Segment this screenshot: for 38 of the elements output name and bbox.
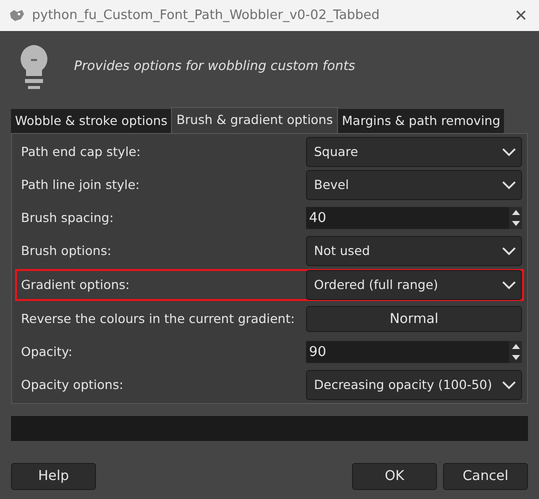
field-label: Path end cap style: [21,142,141,161]
dropdown[interactable]: Bevel [306,170,522,200]
dropdown[interactable]: Not used [306,236,522,266]
arrow-up-icon [512,210,520,215]
dialog-button[interactable]: Cancel [443,463,528,490]
arrow-down-icon [512,221,520,226]
close-button[interactable]: ✕ [511,4,531,28]
chevron-down-icon [502,246,516,256]
field-label: Path line join style: [21,176,140,194]
number-field[interactable]: 90 [306,341,509,363]
tab[interactable]: Wobble & stroke options [11,109,172,133]
number-field[interactable]: 40 [306,207,509,229]
window-title: python_fu_Custom_Font_Path_Wobbler_v0-02_Tabbed [32,6,381,25]
chevron-down-icon [502,148,516,156]
arrow-up-icon [512,344,520,349]
dropdown[interactable]: Ordered (full range) [306,270,522,300]
field-label: Reverse the colours in the current gradient: [21,310,295,328]
field-label: Opacity options: [21,376,124,394]
arrow-down-icon [512,355,520,360]
spin-buttons[interactable] [509,341,522,363]
dialog-button[interactable]: Help [11,463,96,490]
chevron-down-icon [502,280,516,290]
tab[interactable]: Margins & path removing [338,109,504,133]
dropdown[interactable]: Decreasing opacity (100-50) [306,370,522,400]
toggle-button[interactable]: Normal [306,306,522,332]
field-label: Brush spacing: [21,208,114,227]
field-label: Brush options: [21,242,112,260]
app-icon [8,8,26,22]
lightbulb-icon [18,43,50,91]
field-label: Opacity: [21,342,72,361]
chevron-down-icon [502,180,516,190]
dialog-button[interactable]: OK [352,463,437,490]
field-label: Gradient options: [21,276,130,294]
spin-buttons[interactable] [509,207,522,229]
chevron-down-icon [502,380,516,390]
dropdown[interactable]: Square [306,137,522,167]
tab[interactable]: Brush & gradient options [171,107,338,133]
description: Provides options for wobbling custom fonts [74,58,356,76]
